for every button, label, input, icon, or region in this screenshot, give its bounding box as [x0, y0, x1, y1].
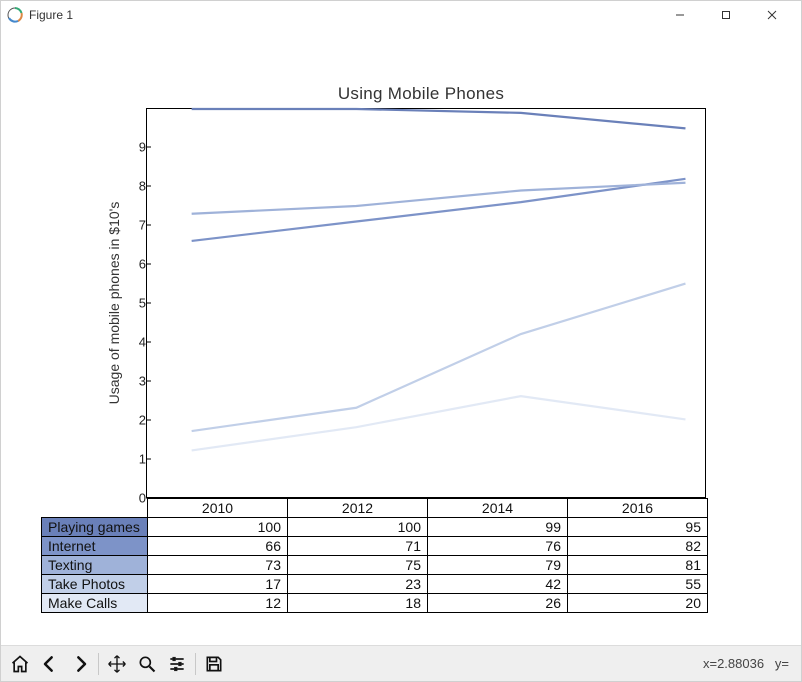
- series-line: [192, 183, 686, 214]
- data-table: 2010201220142016Playing games1001009995I…: [41, 498, 708, 613]
- toolbar-separator: [98, 653, 99, 675]
- configure-button[interactable]: [162, 649, 192, 679]
- table-cell: 23: [288, 575, 428, 594]
- table-cell: 20: [568, 594, 708, 613]
- chart: Using Mobile Phones Usage of mobile phon…: [96, 84, 746, 644]
- forward-button[interactable]: [65, 649, 95, 679]
- y-tick-label: 3: [136, 374, 146, 389]
- app-icon: [7, 7, 23, 23]
- table-cell: 79: [428, 556, 568, 575]
- table-row-header: Texting: [42, 556, 148, 575]
- cursor-status: x=2.88036 y=: [703, 656, 797, 671]
- series-line: [192, 396, 686, 450]
- chart-title: Using Mobile Phones: [96, 84, 746, 104]
- window-title: Figure 1: [29, 8, 73, 22]
- table-row-header: Internet: [42, 537, 148, 556]
- table-cell: 100: [148, 518, 288, 537]
- table-cell: 95: [568, 518, 708, 537]
- y-tick-label: 2: [136, 413, 146, 428]
- table-row: Internet66717682: [42, 537, 708, 556]
- y-tick-label: 5: [136, 296, 146, 311]
- window-controls: [657, 1, 795, 29]
- status-y-label: y=: [775, 656, 789, 671]
- series-line: [192, 109, 686, 128]
- y-tick-label: 7: [136, 218, 146, 233]
- table-cell: 73: [148, 556, 288, 575]
- table-col-header: 2016: [568, 499, 708, 518]
- maximize-button[interactable]: [703, 1, 749, 29]
- table-corner-blank: [42, 499, 148, 518]
- y-tick-label: 6: [136, 257, 146, 272]
- line-series: [147, 109, 705, 497]
- zoom-button[interactable]: [132, 649, 162, 679]
- y-tick-label: 8: [136, 179, 146, 194]
- toolbar: x=2.88036 y=: [1, 645, 801, 681]
- status-x-label: x=: [703, 656, 717, 671]
- status-x-value: 2.88036: [717, 656, 764, 671]
- titlebar: Figure 1: [1, 1, 801, 29]
- table-row: Take Photos17234255: [42, 575, 708, 594]
- table-cell: 42: [428, 575, 568, 594]
- table-col-header: 2012: [288, 499, 428, 518]
- table-cell: 100: [288, 518, 428, 537]
- table-row: Playing games1001009995: [42, 518, 708, 537]
- table-cell: 12: [148, 594, 288, 613]
- table-cell: 99: [428, 518, 568, 537]
- table-row-header: Take Photos: [42, 575, 148, 594]
- back-button[interactable]: [35, 649, 65, 679]
- y-tick-label: 0: [136, 491, 146, 506]
- plot-area: [146, 108, 706, 498]
- figure-canvas[interactable]: Using Mobile Phones Usage of mobile phon…: [1, 29, 801, 645]
- minimize-button[interactable]: [657, 1, 703, 29]
- y-tick-label: 1: [136, 452, 146, 467]
- toolbar-separator: [195, 653, 196, 675]
- close-button[interactable]: [749, 1, 795, 29]
- table-cell: 26: [428, 594, 568, 613]
- table-cell: 66: [148, 537, 288, 556]
- table-row-header: Make Calls: [42, 594, 148, 613]
- table-col-header: 2014: [428, 499, 568, 518]
- y-tick-label: 9: [136, 140, 146, 155]
- table-cell: 81: [568, 556, 708, 575]
- home-button[interactable]: [5, 649, 35, 679]
- save-button[interactable]: [199, 649, 229, 679]
- table-row: Texting73757981: [42, 556, 708, 575]
- table-cell: 75: [288, 556, 428, 575]
- pan-button[interactable]: [102, 649, 132, 679]
- data-table-wrap: 2010201220142016Playing games1001009995I…: [41, 498, 706, 613]
- table-cell: 82: [568, 537, 708, 556]
- table-cell: 18: [288, 594, 428, 613]
- table-cell: 55: [568, 575, 708, 594]
- table-row-header: Playing games: [42, 518, 148, 537]
- figure-window: Figure 1 Using Mobile Phones Usage of mo…: [0, 0, 802, 682]
- y-tick-label: 4: [136, 335, 146, 350]
- table-cell: 71: [288, 537, 428, 556]
- table-cell: 76: [428, 537, 568, 556]
- y-axis-label: Usage of mobile phones in $10's: [106, 202, 122, 405]
- table-row: Make Calls12182620: [42, 594, 708, 613]
- table-cell: 17: [148, 575, 288, 594]
- table-col-header: 2010: [148, 499, 288, 518]
